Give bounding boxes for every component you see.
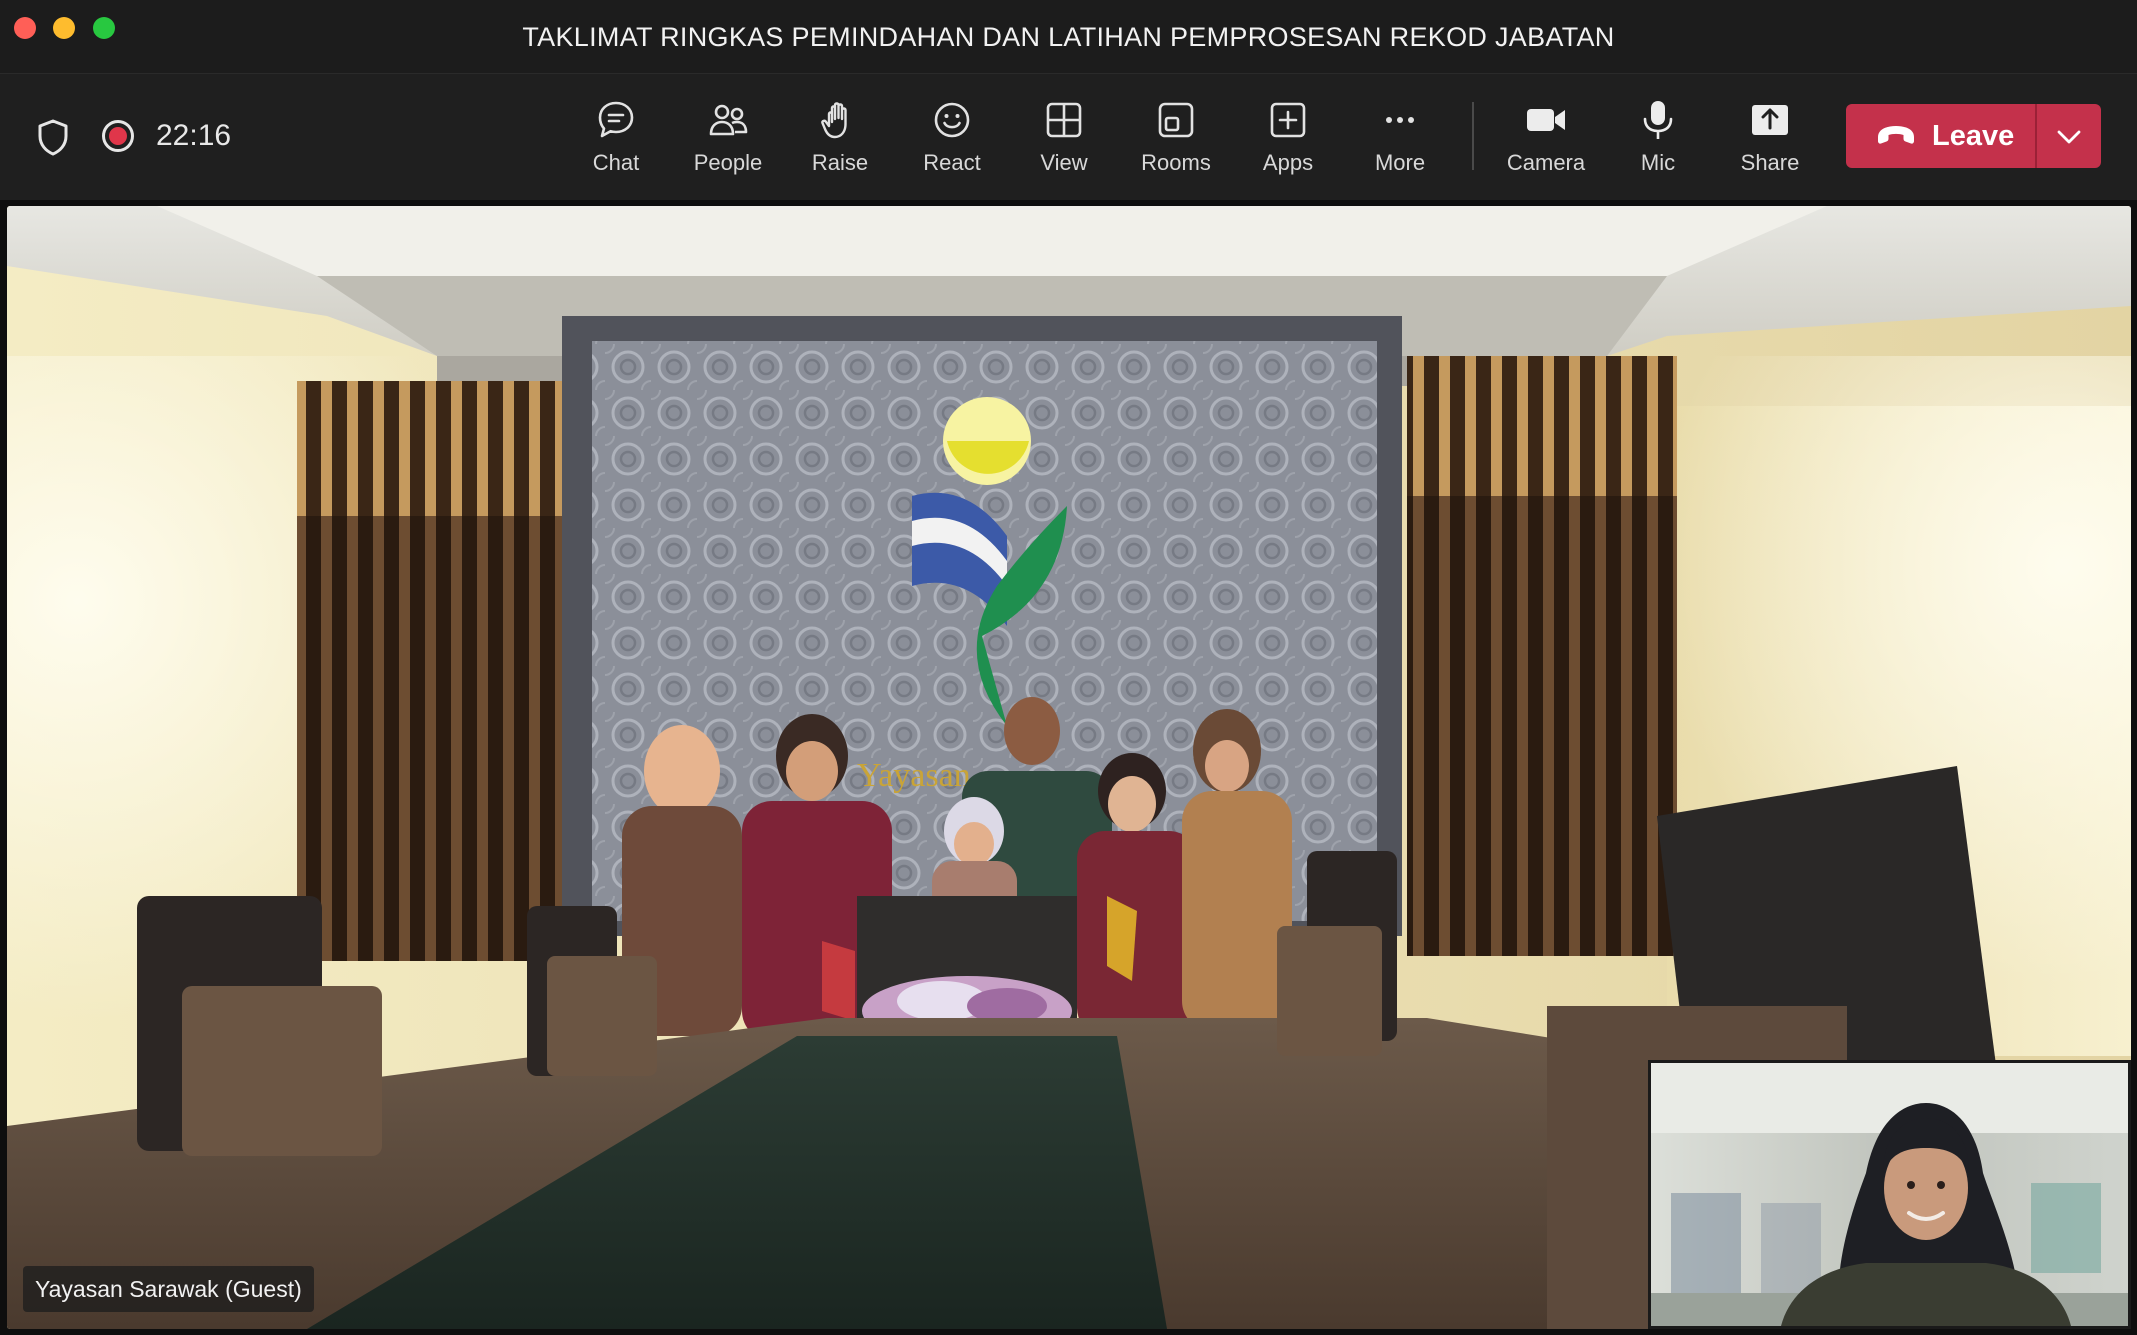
leave-button-group: Leave: [1846, 104, 2101, 168]
rooms-label: Rooms: [1141, 150, 1211, 175]
more-label: More: [1374, 150, 1426, 175]
rooms-button[interactable]: Rooms: [1126, 98, 1226, 184]
mic-label: Mic: [1640, 150, 1676, 175]
self-view-image: [1651, 1063, 2128, 1326]
leave-button[interactable]: Leave: [1846, 104, 2035, 168]
participant-name-tag: Yayasan Sarawak (Guest): [23, 1266, 314, 1312]
meeting-toolbar: 22:16 Chat People Raise React View Rooms…: [0, 74, 2137, 200]
more-button[interactable]: More: [1350, 98, 1450, 184]
react-label: React: [923, 150, 981, 175]
view-button[interactable]: View: [1014, 98, 1114, 184]
self-view-video[interactable]: [1648, 1060, 2131, 1329]
mic-button[interactable]: Mic: [1608, 98, 1708, 184]
toolbar-divider: [1472, 102, 1474, 170]
more-icon: [1386, 117, 1414, 123]
mic-icon: [1643, 101, 1673, 139]
view-icon: [1046, 102, 1082, 138]
record-icon: [102, 120, 134, 152]
leave-options-button[interactable]: [2037, 104, 2101, 168]
wall-sign-text: Yayasan: [857, 757, 971, 794]
raise-hand-button[interactable]: Raise: [790, 98, 890, 184]
camera-button[interactable]: Camera: [1496, 98, 1596, 184]
apps-label: Apps: [1262, 150, 1314, 175]
people-icon: [709, 104, 748, 136]
leave-label: Leave: [1932, 120, 2015, 152]
title-bar: TAKLIMAT RINGKAS PEMINDAHAN DAN LATIHAN …: [0, 0, 2137, 74]
raise-hand-icon: [821, 102, 847, 139]
shield-icon[interactable]: [36, 118, 70, 156]
meeting-timer: 22:16: [156, 119, 232, 152]
apps-button[interactable]: Apps: [1238, 98, 1338, 184]
people-button[interactable]: People: [678, 98, 778, 184]
people-label: People: [693, 150, 763, 175]
chat-label: Chat: [592, 150, 640, 175]
share-button[interactable]: Share: [1720, 98, 1820, 184]
camera-icon: [1527, 109, 1565, 131]
phone-hangup-icon: [1878, 126, 1914, 144]
chat-button[interactable]: Chat: [566, 98, 666, 184]
view-label: View: [1040, 150, 1088, 175]
raise-label: Raise: [811, 150, 869, 175]
rooms-icon: [1158, 102, 1194, 138]
chevron-down-icon: [2057, 130, 2081, 144]
react-icon: [934, 102, 970, 138]
meeting-title: TAKLIMAT RINGKAS PEMINDAHAN DAN LATIHAN …: [522, 22, 1615, 52]
share-label: Share: [1740, 150, 1800, 175]
react-button[interactable]: React: [902, 98, 1002, 184]
camera-label: Camera: [1506, 150, 1586, 175]
apps-icon: [1270, 102, 1306, 138]
chat-icon: [598, 101, 634, 138]
share-icon: [1752, 105, 1788, 135]
